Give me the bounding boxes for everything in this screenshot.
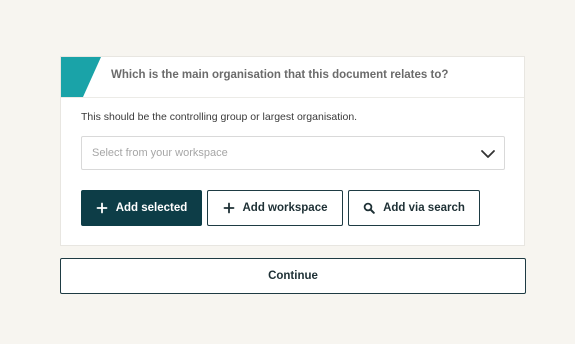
add-workspace-button[interactable]: Add workspace [207, 190, 343, 226]
chevron-down-icon [481, 150, 495, 158]
select-placeholder: Select from your workspace [92, 147, 228, 159]
continue-button[interactable]: Continue [60, 258, 526, 294]
add-workspace-label: Add workspace [242, 202, 328, 214]
card-divider [61, 97, 524, 98]
question-title: Which is the main organisation that this… [111, 69, 449, 81]
add-selected-label: Add selected [115, 202, 188, 214]
question-hint: This should be the controlling group or … [81, 111, 358, 123]
search-icon [363, 202, 375, 214]
add-via-search-label: Add via search [383, 202, 465, 214]
add-via-search-button[interactable]: Add via search [348, 190, 480, 226]
organisation-select[interactable]: Select from your workspace [81, 136, 505, 170]
add-selected-button[interactable]: Add selected [81, 190, 202, 226]
plus-icon [96, 202, 108, 214]
continue-label: Continue [268, 270, 318, 282]
plus-icon [223, 202, 234, 214]
question-card: Which is the main organisation that this… [60, 56, 525, 246]
corner-accent [61, 57, 101, 97]
